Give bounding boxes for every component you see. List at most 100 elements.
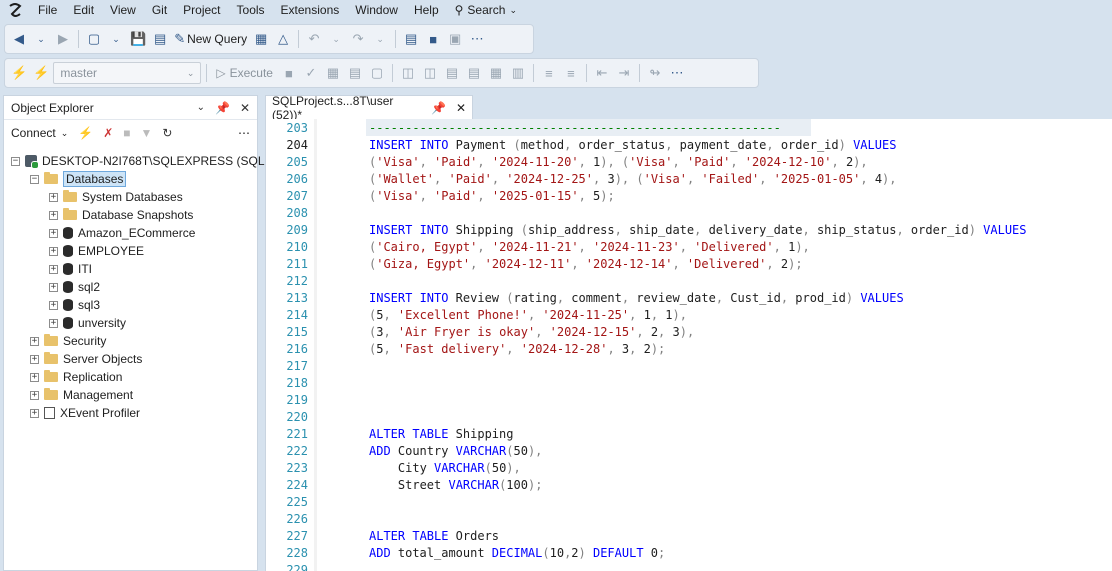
tree-node-db-system-databases[interactable]: + System Databases	[49, 188, 183, 206]
execute-button[interactable]: ▷ Execute	[212, 66, 277, 80]
expand-icon[interactable]: +	[49, 192, 58, 202]
menu-item-edit[interactable]: Edit	[65, 0, 102, 20]
stop-icon[interactable]: ■	[279, 62, 299, 84]
activity-monitor-icon[interactable]: ▤	[401, 28, 421, 50]
uncomment-icon[interactable]: ≡	[561, 62, 581, 84]
menu-item-tools[interactable]: Tools	[229, 0, 273, 20]
results-to-file-icon[interactable]: ▥	[508, 62, 528, 84]
toolbar-separator	[78, 30, 79, 48]
connect-icon[interactable]: ⚡	[9, 62, 29, 84]
client-stats-icon[interactable]: ▤	[442, 62, 462, 84]
comment-icon[interactable]: ≡	[539, 62, 559, 84]
chevron-down-icon[interactable]: ⌄	[31, 28, 51, 50]
menu-item-help[interactable]: Help	[406, 0, 447, 20]
forward-icon[interactable]: ▶	[53, 28, 73, 50]
tree-node-db-iti[interactable]: + ITI	[49, 260, 92, 278]
tree-node-server-objects[interactable]: + Server Objects	[30, 350, 142, 368]
expand-icon[interactable]: +	[30, 354, 39, 364]
tree-node-server[interactable]: − DESKTOP-N2I768T\SQLEXPRESS (SQL Se	[11, 152, 282, 170]
close-icon[interactable]: ✕	[240, 101, 250, 115]
refresh-icon[interactable]: ↻	[162, 126, 172, 140]
query-file-icon[interactable]: ▦	[251, 28, 271, 50]
include-plan-icon[interactable]: ◫	[398, 62, 418, 84]
search-menu[interactable]: ⚲ Search ⌄	[447, 3, 525, 17]
tree-node-security[interactable]: + Security	[30, 332, 106, 350]
pin-icon[interactable]: 📌	[431, 101, 446, 115]
tree-node-db-sql3[interactable]: + sql3	[49, 296, 100, 314]
toolbar-separator	[206, 64, 208, 82]
collapse-icon[interactable]: −	[11, 156, 20, 166]
menu-item-git[interactable]: Git	[144, 0, 175, 20]
connect-plug-icon[interactable]: ⚡	[78, 126, 93, 140]
menu-item-extensions[interactable]: Extensions	[273, 0, 348, 20]
filter-icon[interactable]: ▼	[141, 126, 153, 140]
stop-icon[interactable]: ■	[123, 126, 130, 140]
new-project-icon[interactable]: ▢	[84, 28, 104, 50]
code-line: (5, 'Fast delivery', '2024-12-28', 3, 2)…	[369, 341, 665, 358]
undo-icon[interactable]: ↶	[304, 28, 324, 50]
tree-node-xevent-profiler[interactable]: + XEvent Profiler	[30, 404, 140, 422]
results-to-text-icon[interactable]: ▤	[464, 62, 484, 84]
tree-node-label: Security	[63, 334, 107, 348]
disconnect-icon[interactable]: ✗	[103, 126, 113, 140]
expand-icon[interactable]: +	[30, 408, 39, 418]
menu-item-window[interactable]: Window	[347, 0, 406, 20]
tree-node-databases[interactable]: − Databases	[30, 170, 127, 188]
code-token: 50	[491, 461, 507, 475]
toolbar-separator	[395, 30, 397, 48]
menu-item-view[interactable]: View	[102, 0, 144, 20]
expand-icon[interactable]: +	[49, 264, 58, 274]
expand-icon[interactable]: +	[30, 336, 39, 346]
expand-icon[interactable]: +	[49, 318, 58, 328]
intellisense-icon[interactable]: ▢	[367, 62, 387, 84]
chevron-down-icon[interactable]: ⌄	[197, 102, 205, 113]
tree-node-db-employee[interactable]: + EMPLOYEE	[49, 242, 144, 260]
tree-node-db-amazon-ecommerce[interactable]: + Amazon_ECommerce	[49, 224, 195, 242]
close-icon[interactable]: ✕	[456, 101, 466, 115]
expand-icon[interactable]: +	[49, 246, 58, 256]
registered-servers-icon[interactable]: ■	[423, 28, 443, 50]
menu-item-file[interactable]: File	[30, 0, 65, 20]
expand-icon[interactable]: +	[49, 282, 58, 292]
template-explorer-icon[interactable]: ▣	[445, 28, 465, 50]
back-icon[interactable]: ◀	[9, 28, 29, 50]
chevron-down-icon[interactable]: ⌄	[370, 28, 390, 50]
tree-node-db-unversity[interactable]: + unversity	[49, 314, 126, 332]
database-select[interactable]: master ⌄	[53, 62, 202, 84]
collapse-icon[interactable]: −	[30, 174, 39, 184]
tree-node-db-database-snapshots[interactable]: + Database Snapshots	[49, 206, 193, 224]
menu-item-project[interactable]: Project	[175, 0, 228, 20]
redo-icon[interactable]: ↷	[348, 28, 368, 50]
connect-button[interactable]: Connect ⌄	[11, 126, 68, 140]
expand-icon[interactable]: +	[49, 300, 58, 310]
expand-icon[interactable]: +	[49, 228, 58, 238]
more-icon[interactable]: ⋯	[667, 62, 687, 84]
expand-icon[interactable]: +	[30, 372, 39, 382]
chevron-down-icon[interactable]: ⌄	[326, 28, 346, 50]
chevron-down-icon[interactable]: ⌄	[106, 28, 126, 50]
save-all-icon[interactable]: ▤	[150, 28, 170, 50]
pin-icon[interactable]: 📌	[215, 101, 230, 115]
save-icon[interactable]: 💾	[128, 28, 148, 50]
query-editor[interactable]: 203 204 205 206 207 208 209 210 211 212 213 214 215 2…	[265, 119, 1112, 571]
decrease-indent-icon[interactable]: ⇤	[592, 62, 612, 84]
analysis-icon[interactable]: △	[273, 28, 293, 50]
database-icon	[63, 227, 73, 239]
query-options-icon[interactable]: ▤	[345, 62, 365, 84]
expand-icon[interactable]: +	[30, 390, 39, 400]
results-to-grid-icon[interactable]: ▦	[486, 62, 506, 84]
tab-sql-project[interactable]: SQLProject.s...8T\user (52))* 📌 ✕	[265, 94, 473, 122]
more-icon[interactable]: ⋯	[238, 126, 250, 140]
specify-values-icon[interactable]: ↬	[645, 62, 665, 84]
new-query-button[interactable]: ✎ New Query	[172, 28, 249, 50]
change-connection-icon[interactable]: ⚡	[31, 62, 51, 84]
more-icon[interactable]: ⋯	[467, 28, 487, 50]
parse-icon[interactable]: ✓	[301, 62, 321, 84]
live-stats-icon[interactable]: ◫	[420, 62, 440, 84]
display-plan-icon[interactable]: ▦	[323, 62, 343, 84]
increase-indent-icon[interactable]: ⇥	[614, 62, 634, 84]
tree-node-db-sql2[interactable]: + sql2	[49, 278, 100, 296]
expand-icon[interactable]: +	[49, 210, 58, 220]
tree-node-management[interactable]: + Management	[30, 386, 133, 404]
tree-node-replication[interactable]: + Replication	[30, 368, 122, 386]
